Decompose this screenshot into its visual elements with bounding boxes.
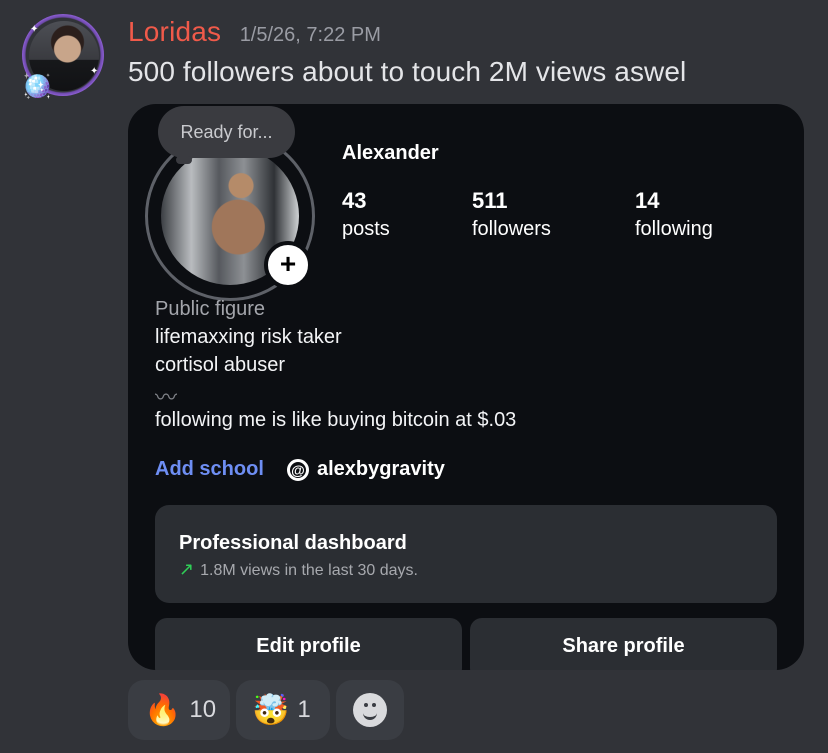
username[interactable]: Loridas xyxy=(128,16,221,47)
reaction-count: 1 xyxy=(297,696,311,723)
professional-dashboard-card[interactable]: Professional dashboard ↗ 1.8M views in th… xyxy=(155,505,777,603)
bio-line: cortisol abuser xyxy=(155,354,286,376)
add-reaction-icon xyxy=(353,693,387,727)
stat-label: following xyxy=(635,218,713,240)
add-reaction-button[interactable] xyxy=(336,680,404,740)
disco-ball-icon: 🪩 xyxy=(22,73,52,100)
stat-following[interactable]: 14 following xyxy=(635,188,713,241)
note-bubble[interactable]: Ready for... xyxy=(158,106,295,158)
share-profile-button[interactable]: Share profile xyxy=(470,618,777,670)
fire-icon: 🔥 xyxy=(144,693,182,727)
sparkle-icon: ✦ xyxy=(30,24,39,35)
add-school-link[interactable]: Add school xyxy=(155,458,264,481)
message-timestamp: 1/5/26, 7:22 PM xyxy=(239,24,381,46)
trend-up-icon: ↗ xyxy=(179,559,195,579)
message-text: 500 followers about to touch 2M views as… xyxy=(128,56,687,87)
stat-posts[interactable]: 43 posts xyxy=(342,188,390,241)
smile-mouth xyxy=(363,709,377,720)
dashboard-subtitle-text: 1.8M views in the last 30 days. xyxy=(200,562,418,579)
stat-value: 14 xyxy=(635,188,660,213)
stat-label: posts xyxy=(342,218,390,240)
add-story-icon[interactable]: + xyxy=(264,241,312,289)
reaction-count: 10 xyxy=(189,696,217,723)
stat-label: followers xyxy=(472,218,551,240)
dashboard-subtitle: ↗ 1.8M views in the last 30 days. xyxy=(179,559,418,580)
message-header: Loridas 1/5/26, 7:22 PM xyxy=(128,16,381,48)
dashboard-title: Professional dashboard xyxy=(179,532,407,554)
mind-blown-icon: 🤯 xyxy=(252,693,290,727)
bio-line: lifemaxxing risk taker xyxy=(155,326,342,348)
threads-link[interactable]: @ alexbygravity xyxy=(287,458,445,481)
stat-followers[interactable]: 511 followers xyxy=(472,188,551,241)
reaction-fire[interactable]: 🔥 10 xyxy=(128,680,230,740)
edit-profile-button[interactable]: Edit profile xyxy=(155,618,462,670)
bio-line: following me is like buying bitcoin at $… xyxy=(155,409,517,431)
threads-handle: alexbygravity xyxy=(317,458,445,480)
stat-value: 511 xyxy=(472,188,508,213)
profile-screenshot-embed[interactable]: + Ready for... Alexander 43 posts 511 fo… xyxy=(128,104,804,670)
note-bubble-tail xyxy=(176,156,192,164)
profile-name: Alexander xyxy=(342,142,439,164)
stat-value: 43 xyxy=(342,188,367,213)
user-avatar[interactable]: ✦ ✦ 🪩 xyxy=(22,14,106,100)
profile-category: Public figure xyxy=(155,298,266,320)
sparkle-icon: ✦ xyxy=(90,66,99,77)
bio-squiggle: 〰 xyxy=(155,385,177,410)
threads-icon: @ xyxy=(287,458,309,481)
reaction-mind-blown[interactable]: 🤯 1 xyxy=(236,680,330,740)
